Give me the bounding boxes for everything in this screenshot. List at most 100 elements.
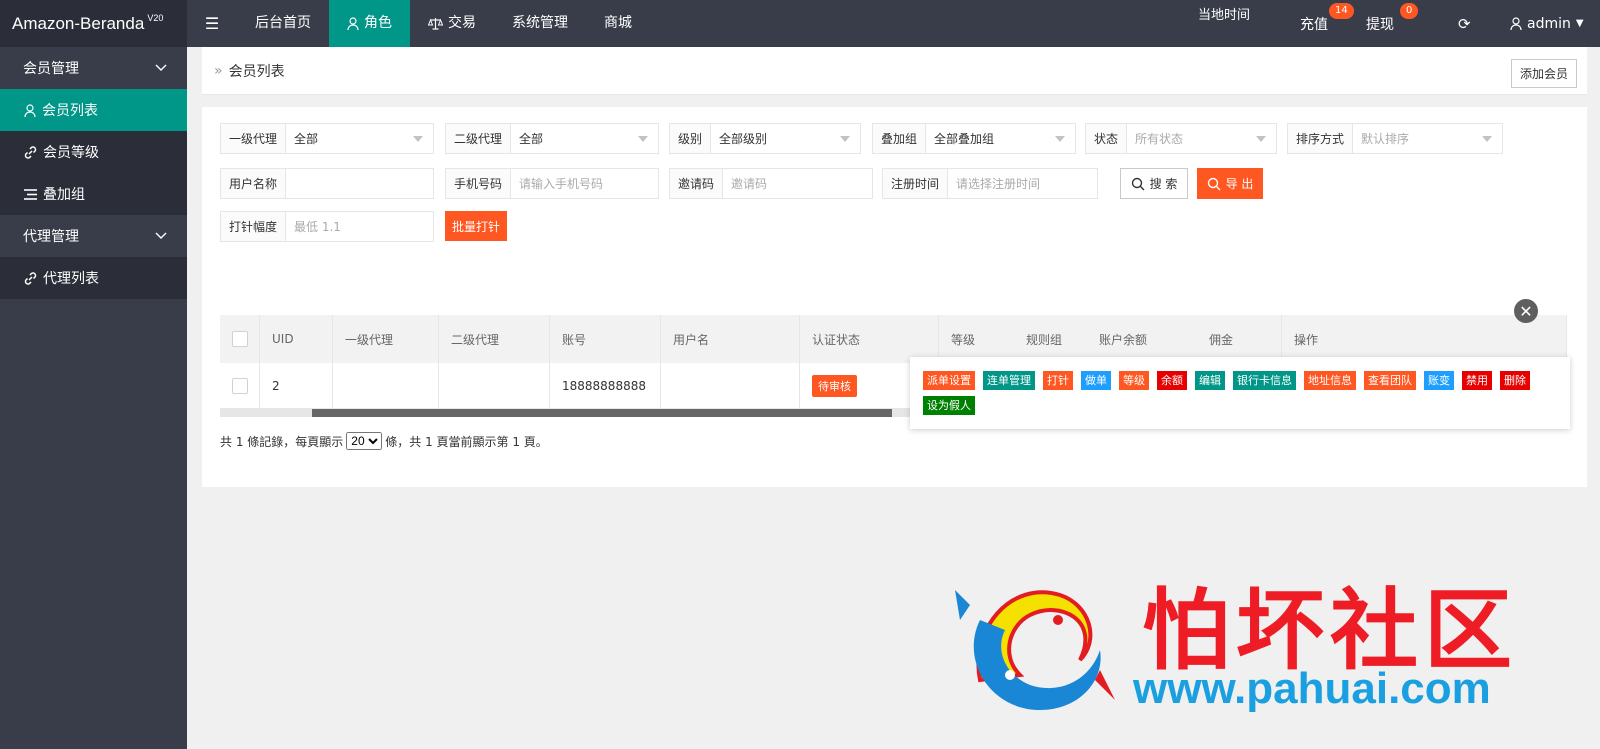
filter-value-wrap: 默认排序 [1353,130,1502,147]
operation-button-11[interactable]: 禁用 [1462,371,1492,390]
filter-input-2: 邀请码 邀请码 [669,168,873,199]
app-name: Amazon-Beranda [12,13,145,33]
watermark-logo [955,590,1115,710]
operations-popup: 派单设置 连单管理 打针 做单 等级 余额 编辑 银行卡信息 地址信息 查看团队 账变 禁用 删除设为假… [910,357,1570,429]
breadcrumb-separator: » [214,62,223,79]
filter-select-0[interactable]: 一级代理 全部 [220,123,434,154]
topnav-item-4[interactable]: 商城 [586,0,650,47]
user-icon [1510,17,1522,30]
watermark-url: www.pahuai.com [1133,664,1491,713]
topnav-item-0[interactable]: 后台首页 [237,0,329,47]
app-logo[interactable]: Amazon-Beranda V20 [0,0,187,47]
column-header: 规则组 [1026,332,1063,347]
search-icon [1207,177,1221,190]
page-title: 会员列表 [228,63,285,80]
page-size-select[interactable]: 20 [346,432,383,450]
menu-toggle-icon[interactable]: ☰ [187,14,237,33]
sidebar-group-0[interactable]: 会员管理 [0,47,187,89]
operation-button-6[interactable]: 编辑 [1195,371,1225,390]
operation-button-0[interactable]: 派单设置 [923,371,975,390]
operation-button-10[interactable]: 账变 [1424,371,1454,390]
operation-button-4[interactable]: 等级 [1119,371,1149,390]
operation-button-9[interactable]: 查看团队 [1364,371,1416,390]
column-header: 认证状态 [800,315,939,363]
close-icon[interactable]: ✕ [1514,299,1538,323]
select-all-cell [220,315,260,363]
sidebar-item-1-0[interactable]: 代理列表 [0,257,187,299]
filter-select-2[interactable]: 级别 全部级别 [669,123,861,154]
search-button[interactable]: 搜 索 [1120,168,1188,199]
export-button-label: 导 出 [1225,177,1254,191]
user-icon [24,103,36,117]
dazhen-range-input[interactable]: 最低 1.1 [286,218,433,235]
topnav-label: 商城 [604,15,632,31]
search-icon [1131,177,1145,190]
filter-label: 二级代理 [446,124,512,153]
refresh-icon[interactable]: ⟳ [1458,0,1471,47]
filter-value: 所有状态 [1135,132,1184,146]
recharge-button[interactable]: 充值 14 [1300,0,1354,47]
filter-text-input[interactable]: 请输入手机号码 [511,175,658,192]
filter-select-5[interactable]: 排序方式 默认排序 [1287,123,1503,154]
filter-text-input[interactable]: 邀请码 [723,175,872,192]
sidebar-group-1[interactable]: 代理管理 [0,215,187,257]
filter-select-4[interactable]: 状态 所有状态 [1085,123,1277,154]
list-icon [24,188,37,200]
export-button[interactable]: 导 出 [1197,168,1263,199]
cell-account: 18888888888 [550,363,661,408]
sidebar-group-label: 代理管理 [23,229,79,245]
filter-select-1[interactable]: 二级代理 全部 [445,123,659,154]
cell-uid: 2 [260,363,333,408]
filter-label: 邀请码 [670,169,724,198]
filter-select-3[interactable]: 叠加组 全部叠加组 [872,123,1076,154]
add-member-button[interactable]: 添加会员 [1510,59,1577,88]
sidebar-item-0-0[interactable]: 会员列表 [0,89,187,131]
scrollbar-thumb[interactable] [312,409,892,417]
filter-label: 手机号码 [446,169,512,198]
member-list-panel: 一级代理 全部 二级代理 全部 级别 全部级别 叠加组 全部叠加组 状态 所有状态 排序方式 默认排序… [202,107,1587,487]
select-all-checkbox[interactable] [232,331,248,347]
filter-value-wrap: 全部 [286,130,433,147]
link-icon [24,145,37,159]
operation-button-3[interactable]: 做单 [1081,371,1111,390]
cell-agent2 [439,363,550,408]
batch-dazhen-button[interactable]: 批量打针 [445,211,507,241]
filter-label: 级别 [670,124,712,153]
username: admin [1527,15,1571,32]
column-header: UID [260,315,333,363]
topnav-label: 后台首页 [255,15,311,31]
dropdown-caret-icon [840,135,850,142]
pager-text-before: 共 1 條記錄，每頁顯示 [220,434,344,449]
operation-button-12[interactable]: 删除 [1500,371,1530,390]
operation-button-13[interactable]: 设为假人 [923,396,975,415]
withdraw-button[interactable]: 提现 0 [1366,0,1419,47]
operation-button-5[interactable]: 余额 [1157,371,1187,390]
operation-button-1[interactable]: 连单管理 [983,371,1035,390]
row-checkbox[interactable] [232,377,248,394]
dropdown-caret-icon [1482,135,1492,142]
sidebar-group-label: 会员管理 [23,61,79,77]
operation-button-7[interactable]: 银行卡信息 [1233,371,1296,390]
topnav-item-2[interactable]: 交易 [410,0,494,47]
sidebar-item-0-1[interactable]: 会员等级 [0,131,187,173]
filter-input-0: 用户名称 [220,168,434,199]
column-header: 账户余额 [1099,332,1148,347]
topnav-item-1[interactable]: 角色 [329,0,410,47]
pagination: 共 1 條記錄，每頁顯示 20 條，共 1 頁當前顯示第 1 頁。 [220,432,548,450]
chevron-down-icon: ▼ [1575,18,1584,29]
filter-text-input[interactable]: 请选择注册时间 [948,175,1097,192]
sidebar-item-label: 代理列表 [43,271,99,287]
filter-value-wrap: 所有状态 [1127,130,1276,147]
topnav-item-3[interactable]: 系统管理 [494,0,586,47]
filter-input-3: 注册时间 请选择注册时间 [882,168,1098,199]
filter-label: 用户名称 [221,169,287,198]
status-badge: 待审核 [812,374,857,397]
cell-username [661,363,800,408]
user-menu[interactable]: admin ▼ [1510,0,1584,47]
topnav-label: 角色 [364,15,392,31]
operation-button-8[interactable]: 地址信息 [1304,371,1356,390]
sidebar-item-0-2[interactable]: 叠加组 [0,173,187,215]
sidebar-item-label: 会员等级 [43,145,99,161]
recharge-badge: 14 [1329,3,1354,19]
operation-button-2[interactable]: 打针 [1043,371,1073,390]
